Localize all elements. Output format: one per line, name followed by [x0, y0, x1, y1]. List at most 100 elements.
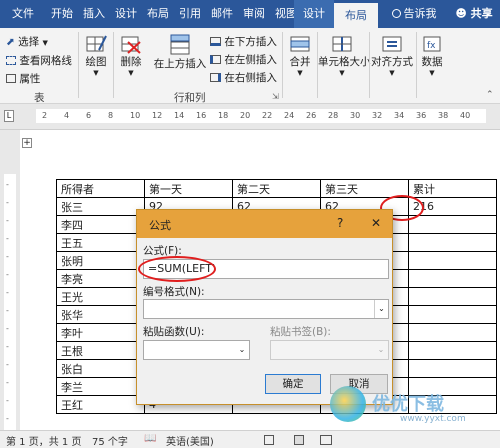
delete-table-icon [121, 36, 141, 54]
ok-button[interactable]: 确定 [265, 374, 321, 394]
tab-table-layout[interactable]: 布局 [334, 3, 378, 28]
vertical-ruler-tick: - [6, 198, 9, 207]
table-cell[interactable]: 张白 [56, 359, 145, 378]
ruler-number: 2 [42, 111, 48, 120]
table-cell[interactable] [408, 323, 497, 342]
tab-mailings[interactable]: 邮件 [207, 0, 237, 28]
number-format-label: 编号格式(N): [143, 286, 205, 298]
table-header-cell[interactable]: 第二天 [232, 179, 321, 198]
proofing-icon[interactable]: 📖 [144, 433, 156, 444]
tab-review[interactable]: 审阅 [239, 0, 269, 28]
table-cell[interactable] [408, 305, 497, 324]
web-layout-icon[interactable] [320, 435, 332, 445]
close-icon[interactable]: ✕ [371, 216, 381, 230]
properties-button[interactable]: 属性 [6, 71, 40, 86]
tab-table-design[interactable]: 设计 [294, 0, 334, 28]
table-cell[interactable]: 张三 [56, 197, 145, 216]
svg-text:fx: fx [427, 41, 436, 51]
table-cell[interactable] [408, 287, 497, 306]
table-cell[interactable] [408, 269, 497, 288]
table-cell[interactable] [408, 215, 497, 234]
table-cell[interactable]: 李兰 [56, 377, 145, 396]
read-mode-icon[interactable] [264, 435, 274, 445]
table-cell[interactable] [408, 251, 497, 270]
dialog-launcher-icon[interactable]: ⇲ [272, 92, 279, 101]
collapse-ribbon-icon[interactable]: ⌃ [486, 90, 494, 100]
chevron-down-icon: ▼ [128, 69, 134, 77]
table-header-cell[interactable]: 第一天 [144, 179, 233, 198]
table-cell[interactable]: 李叶 [56, 323, 145, 342]
dialog-titlebar[interactable]: 公式 ? ✕ [137, 210, 392, 238]
table-move-handle-icon[interactable]: + [22, 138, 32, 148]
tab-file[interactable]: 文件 [0, 0, 46, 28]
draw-table-icon [86, 35, 107, 52]
table-cell[interactable] [408, 359, 497, 378]
paste-bookmark-select[interactable]: ⌄ [270, 340, 389, 360]
paste-function-select[interactable]: ⌄ [143, 340, 250, 360]
tell-me-search[interactable]: 告诉我 [383, 0, 445, 28]
data-button[interactable]: fx 数据 ▼ [418, 34, 446, 77]
table-cell[interactable]: 李亮 [56, 269, 145, 288]
ruler-number: 30 [350, 111, 361, 120]
chevron-down-icon: ▼ [389, 69, 395, 77]
table-cell[interactable]: 王红 [56, 395, 145, 414]
group-separator [416, 32, 417, 98]
page-count[interactable]: 第 1 页，共 1 页 [6, 433, 81, 448]
insert-row-above-icon [170, 34, 190, 55]
select-button[interactable]: ⬈ 选择 ▼ [6, 34, 48, 49]
lightbulb-icon [391, 9, 401, 18]
share-button[interactable]: ☻ 共享 [449, 0, 499, 28]
table-cell[interactable]: 张明 [56, 251, 145, 270]
tab-stop-selector-icon[interactable]: L [4, 110, 14, 122]
vertical-ruler-tick: - [6, 306, 9, 315]
draw-button[interactable]: 绘图 ▼ [82, 34, 110, 77]
formula-dialog[interactable]: 公式 ? ✕ 公式(F): =SUM(LEFT) 编号格式(N): ⌄ 粘贴函数… [136, 209, 393, 405]
select-icon: ⬈ [6, 36, 15, 48]
table-header-cell[interactable]: 所得者 [56, 179, 145, 198]
ruler-number: 28 [328, 111, 339, 120]
cell-size-button[interactable]: 单元格大小 ▼ [318, 34, 371, 77]
chevron-down-icon: ▼ [339, 69, 345, 77]
horizontal-ruler[interactable]: L 2 4 6 8 10 12 14 16 18 20 22 24 26 28 30 32 34 36 38 40 [0, 104, 500, 130]
table-cell[interactable]: 王光 [56, 287, 145, 306]
watermark-url: www.yyxt.com [400, 414, 466, 424]
tab-references[interactable]: 引用 [175, 0, 205, 28]
table-cell[interactable]: 张华 [56, 305, 145, 324]
word-count[interactable]: 75 个字 [92, 433, 128, 448]
tab-insert[interactable]: 插入 [79, 0, 109, 28]
tab-design[interactable]: 设计 [111, 0, 141, 28]
table-header-cell[interactable]: 累计 [408, 179, 497, 198]
table-cell[interactable]: 李四 [56, 215, 145, 234]
dialog-title: 公式 [149, 219, 171, 232]
ruler-number: 32 [372, 111, 383, 120]
table-cell[interactable]: 王五 [56, 233, 145, 252]
watermark-logo [330, 386, 366, 422]
highlight-circle-formula [138, 256, 216, 282]
chevron-down-icon: ▼ [93, 69, 99, 77]
delete-button[interactable]: 删除 ▼ [117, 34, 145, 77]
insert-above-button[interactable]: 在上方插入 [152, 34, 208, 71]
view-gridlines-button[interactable]: 查看网格线 [6, 53, 72, 68]
vertical-ruler[interactable]: - - - - - - - - - - - - - - [0, 130, 20, 430]
table-cell[interactable] [408, 341, 497, 360]
number-format-select[interactable]: ⌄ [143, 299, 389, 319]
insert-column-right-icon [210, 73, 221, 82]
merge-button[interactable]: 合并 ▼ [286, 34, 314, 77]
insert-below-button[interactable]: 在下方插入 [210, 34, 277, 49]
chevron-down-icon: ▼ [42, 39, 48, 47]
vertical-ruler-tick: - [6, 270, 9, 279]
tab-layout[interactable]: 布局 [143, 0, 173, 28]
group-label-rows-cols: 行和列 [174, 92, 206, 104]
person-icon: ☻ [455, 7, 467, 20]
vertical-ruler-tick: - [6, 324, 9, 333]
table-cell[interactable]: 王根 [56, 341, 145, 360]
help-button[interactable]: ? [337, 216, 343, 230]
vertical-ruler-tick: - [6, 234, 9, 243]
alignment-button[interactable]: 对齐方式 ▼ [370, 34, 414, 77]
print-layout-icon[interactable] [294, 435, 304, 445]
insert-right-button[interactable]: 在右侧插入 [210, 70, 277, 85]
language-indicator[interactable]: 英语(美国) [166, 433, 214, 448]
insert-left-button[interactable]: 在左侧插入 [210, 52, 277, 67]
table-cell[interactable] [408, 233, 497, 252]
tab-home[interactable]: 开始 [47, 0, 77, 28]
